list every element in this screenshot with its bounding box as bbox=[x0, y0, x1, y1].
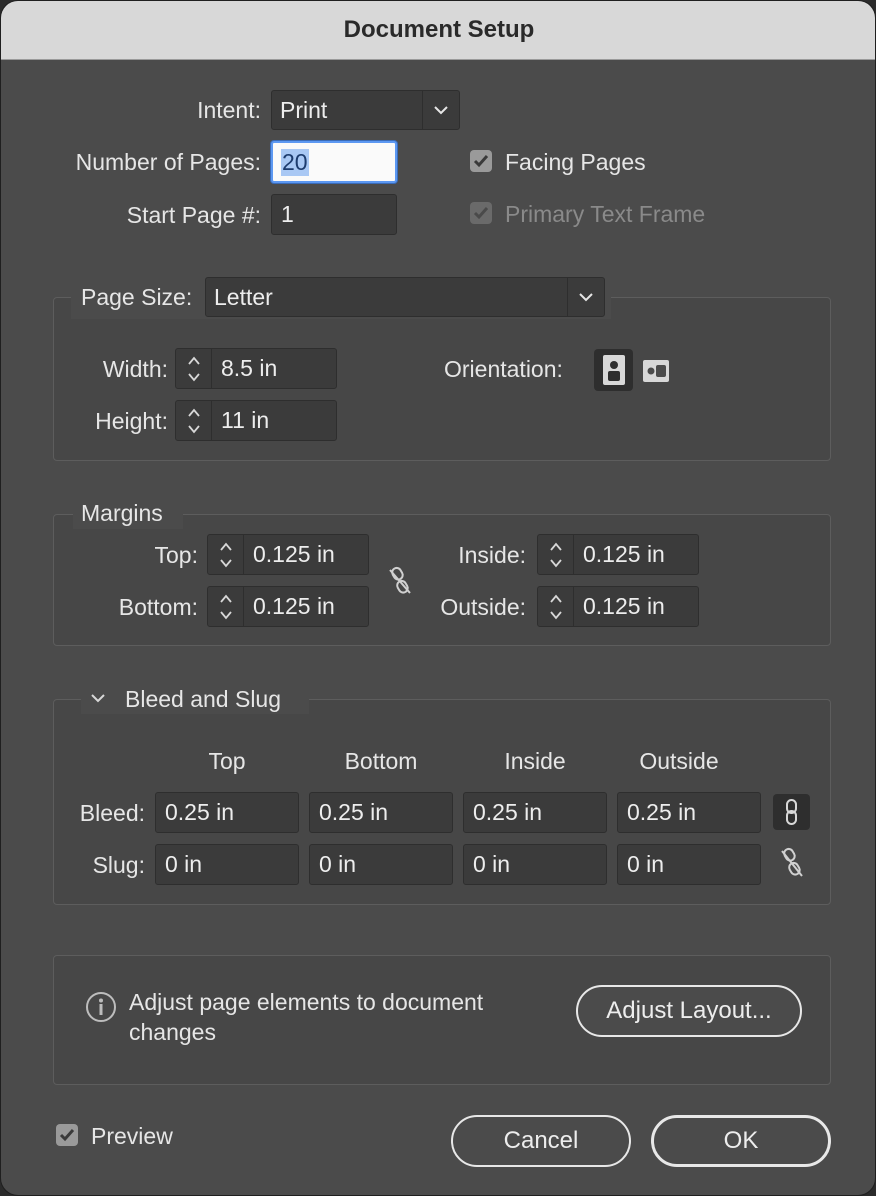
chevron-down-icon bbox=[567, 278, 604, 316]
intent-value: Print bbox=[280, 96, 328, 123]
start-page-label: Start Page #: bbox=[126, 202, 261, 228]
margin-top-label: Top: bbox=[154, 542, 198, 568]
margin-outside-stepper[interactable]: 0.125 in bbox=[537, 586, 699, 627]
cancel-button[interactable]: Cancel bbox=[451, 1115, 631, 1167]
checkmark-icon bbox=[59, 1129, 75, 1142]
chevron-down-icon bbox=[422, 91, 459, 129]
broken-link-icon bbox=[781, 847, 803, 877]
info-icon bbox=[85, 991, 117, 1023]
stepper-arrows-icon[interactable] bbox=[538, 587, 574, 626]
column-header-top: Top bbox=[208, 748, 246, 774]
ok-button[interactable]: OK bbox=[651, 1115, 831, 1167]
column-header-outside: Outside bbox=[639, 748, 719, 774]
adjust-layout-button[interactable]: Adjust Layout... bbox=[576, 985, 802, 1037]
slug-outside-input[interactable]: 0 in bbox=[617, 844, 761, 885]
link-icon bbox=[785, 799, 797, 825]
number-of-pages-input[interactable]: 20 bbox=[271, 141, 397, 183]
margins-group bbox=[53, 514, 831, 646]
portrait-icon bbox=[602, 355, 625, 385]
margin-link-button[interactable] bbox=[385, 565, 415, 597]
page-size-label: Page Size: bbox=[81, 284, 193, 310]
margin-inside-value: 0.125 in bbox=[583, 541, 665, 567]
width-value: 8.5 in bbox=[221, 355, 278, 381]
adjust-layout-text-line-1: Adjust page elements to document bbox=[129, 989, 484, 1015]
bleed-bottom-input[interactable]: 0.25 in bbox=[309, 792, 453, 833]
bleed-link-button[interactable] bbox=[773, 794, 810, 830]
landscape-button[interactable] bbox=[641, 355, 671, 387]
stepper-arrows-icon[interactable] bbox=[538, 535, 574, 574]
checkmark-icon bbox=[473, 207, 489, 220]
margin-outside-label: Outside: bbox=[440, 594, 526, 620]
bleed-top-input[interactable]: 0.25 in bbox=[155, 792, 299, 833]
portrait-button[interactable] bbox=[594, 349, 633, 391]
slug-top-value: 0 in bbox=[165, 851, 203, 877]
margin-top-value: 0.125 in bbox=[253, 541, 335, 567]
dialog-title: Document Setup bbox=[343, 16, 535, 43]
slug-inside-input[interactable]: 0 in bbox=[463, 844, 607, 885]
start-page-value: 1 bbox=[281, 201, 294, 227]
slug-top-input[interactable]: 0 in bbox=[155, 844, 299, 885]
height-label: Height: bbox=[95, 408, 168, 434]
margin-bottom-value: 0.125 in bbox=[253, 593, 335, 619]
number-of-pages-value: 20 bbox=[281, 148, 309, 176]
bleed-slug-title: Bleed and Slug bbox=[125, 686, 282, 712]
facing-pages-checkbox[interactable] bbox=[470, 150, 492, 172]
slug-link-button[interactable] bbox=[777, 846, 807, 882]
number-of-pages-label: Number of Pages: bbox=[75, 149, 261, 175]
slug-bottom-input[interactable]: 0 in bbox=[309, 844, 453, 885]
intent-label: Intent: bbox=[197, 97, 261, 123]
column-header-inside: Inside bbox=[504, 748, 566, 774]
slug-bottom-value: 0 in bbox=[319, 851, 357, 877]
margin-bottom-label: Bottom: bbox=[118, 594, 198, 620]
title-bar[interactable]: Document Setup bbox=[1, 1, 875, 60]
height-value: 11 in bbox=[221, 407, 270, 433]
margin-bottom-stepper[interactable]: 0.125 in bbox=[207, 586, 369, 627]
primary-text-frame-checkbox[interactable] bbox=[470, 202, 492, 224]
stepper-arrows-icon[interactable] bbox=[208, 587, 244, 626]
facing-pages-label: Facing Pages bbox=[505, 149, 646, 175]
document-setup-dialog: Document Setup Intent: Print Number of P… bbox=[0, 0, 876, 1196]
stepper-arrows-icon[interactable] bbox=[208, 535, 244, 574]
bleed-bottom-value: 0.25 in bbox=[319, 799, 389, 825]
bleed-outside-value: 0.25 in bbox=[627, 799, 697, 825]
stepper-arrows-icon[interactable] bbox=[176, 349, 212, 388]
bleed-inside-value: 0.25 in bbox=[473, 799, 543, 825]
margin-outside-value: 0.125 in bbox=[583, 593, 665, 619]
adjust-layout-text: Adjust page elements to document changes bbox=[129, 987, 483, 1047]
width-label: Width: bbox=[102, 356, 168, 382]
bleed-top-value: 0.25 in bbox=[165, 799, 235, 825]
stepper-arrows-icon[interactable] bbox=[176, 401, 212, 440]
chevron-down-icon[interactable] bbox=[89, 691, 109, 707]
checkmark-icon bbox=[473, 155, 489, 168]
width-stepper[interactable]: 8.5 in bbox=[175, 348, 337, 389]
preview-checkbox[interactable] bbox=[56, 1124, 78, 1146]
orientation-label: Orientation: bbox=[444, 356, 563, 382]
height-stepper[interactable]: 11 in bbox=[175, 400, 337, 441]
page-size-value: Letter bbox=[214, 283, 273, 310]
slug-label: Slug: bbox=[92, 852, 145, 878]
column-header-bottom: Bottom bbox=[344, 748, 418, 774]
intent-dropdown[interactable]: Print bbox=[271, 90, 460, 130]
slug-inside-value: 0 in bbox=[473, 851, 511, 877]
margin-inside-stepper[interactable]: 0.125 in bbox=[537, 534, 699, 575]
primary-text-frame-label: Primary Text Frame bbox=[505, 201, 706, 227]
broken-link-icon bbox=[389, 566, 411, 594]
margin-top-stepper[interactable]: 0.125 in bbox=[207, 534, 369, 575]
slug-outside-value: 0 in bbox=[627, 851, 665, 877]
page-size-dropdown[interactable]: Letter bbox=[205, 277, 605, 317]
margin-inside-label: Inside: bbox=[458, 542, 526, 568]
landscape-icon bbox=[643, 360, 669, 382]
start-page-input[interactable]: 1 bbox=[271, 194, 397, 235]
margins-title: Margins bbox=[81, 500, 163, 526]
bleed-outside-input[interactable]: 0.25 in bbox=[617, 792, 761, 833]
preview-label: Preview bbox=[91, 1123, 173, 1149]
adjust-layout-text-line-2: changes bbox=[129, 1019, 216, 1045]
bleed-inside-input[interactable]: 0.25 in bbox=[463, 792, 607, 833]
bleed-label: Bleed: bbox=[79, 800, 145, 826]
page-size-group bbox=[53, 297, 831, 461]
